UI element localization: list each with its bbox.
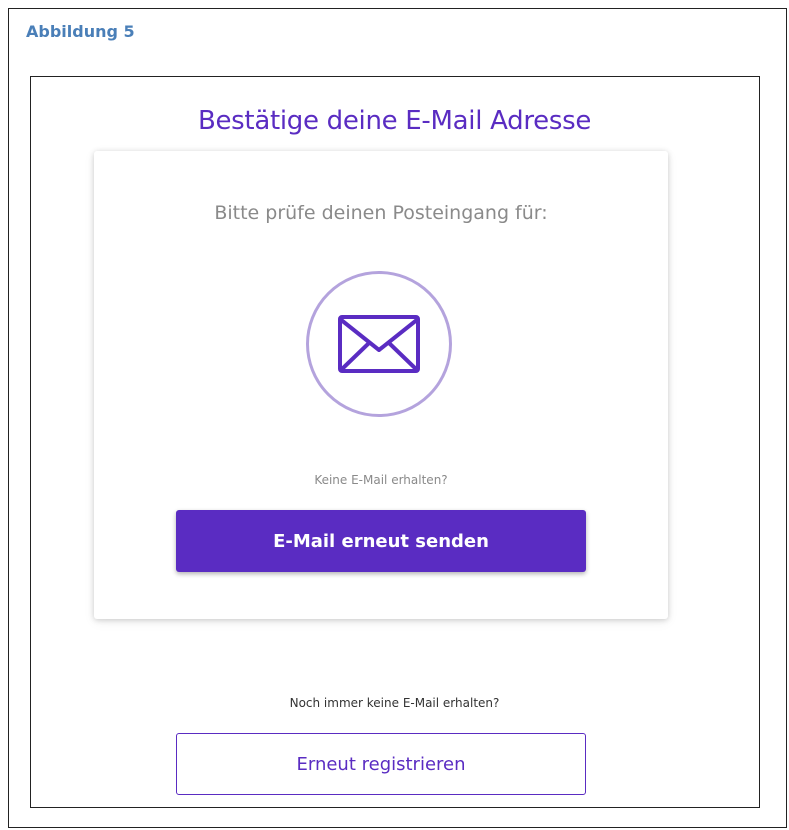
register-again-button[interactable]: Erneut registrieren bbox=[176, 733, 586, 795]
figure-caption: Abbildung 5 bbox=[26, 22, 135, 41]
no-mail-text: Keine E-Mail erhalten? bbox=[314, 473, 448, 487]
verification-card: Bitte prüfe deinen Posteingang für: Kein… bbox=[94, 151, 668, 619]
envelope-circle bbox=[306, 271, 452, 417]
envelope-icon bbox=[338, 315, 420, 373]
still-no-mail-text: Noch immer keine E-Mail erhalten? bbox=[289, 696, 500, 710]
inbox-instruction: Bitte prüfe deinen Posteingang für: bbox=[214, 202, 548, 224]
page-title: Bestätige deine E-Mail Adresse bbox=[197, 106, 592, 136]
resend-email-button[interactable]: E-Mail erneut senden bbox=[176, 510, 586, 572]
